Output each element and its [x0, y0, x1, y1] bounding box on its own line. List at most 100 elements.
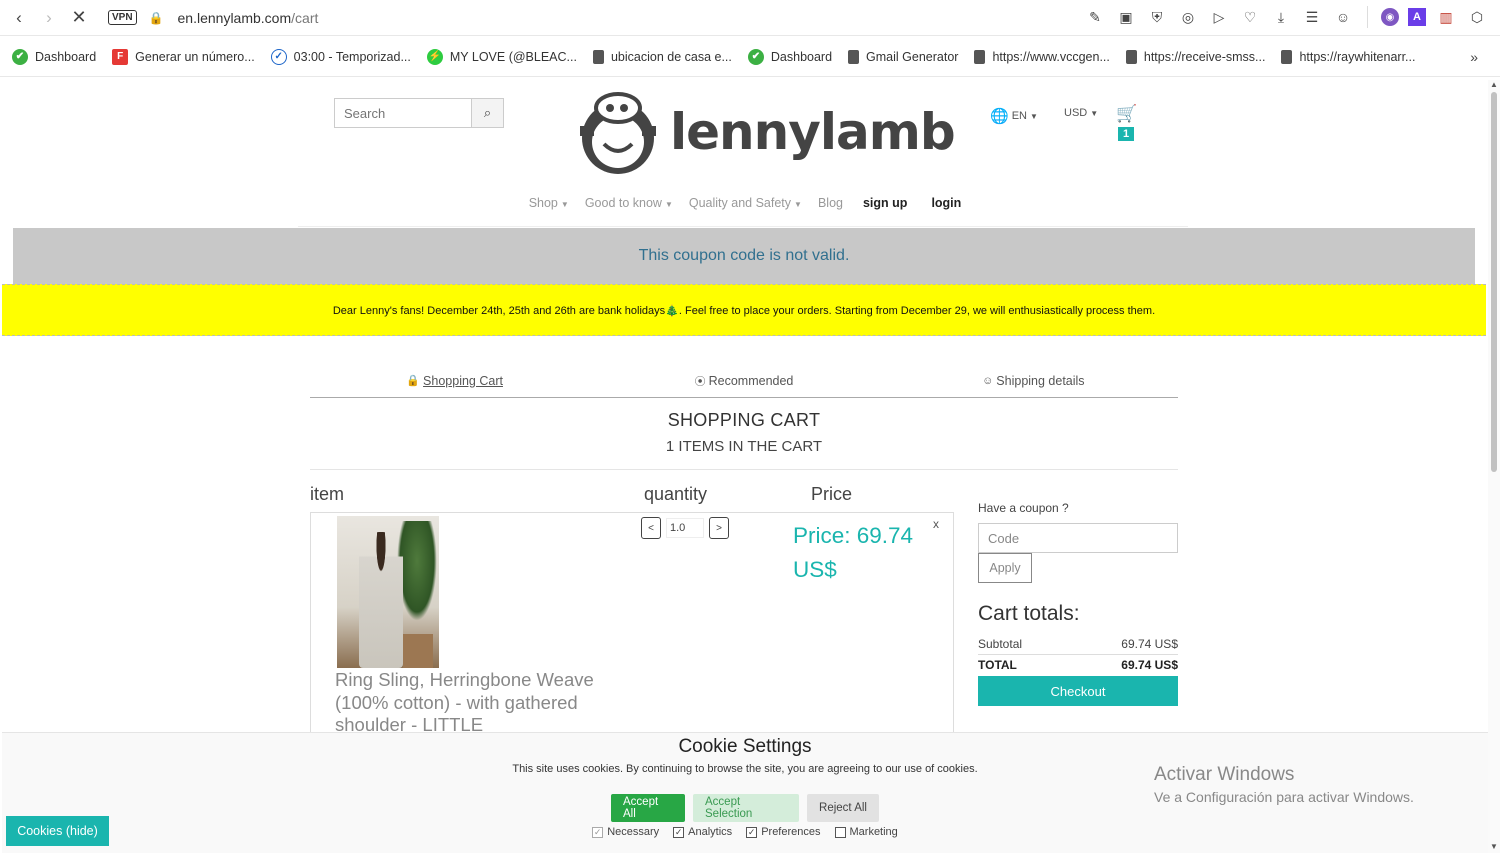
- extension-a-icon[interactable]: A: [1408, 8, 1426, 26]
- cookies-hide-button[interactable]: Cookies (hide): [6, 816, 109, 846]
- bookmarks-bar: ✔ Dashboard F Generar un número... ✓ 03:00 …: [0, 37, 1500, 77]
- marketing-checkbox[interactable]: Marketing: [834, 826, 898, 838]
- bookmark-mylove[interactable]: ⚡ MY LOVE (@BLEAC...: [426, 48, 577, 65]
- url-path: /cart: [291, 9, 319, 26]
- step-recommended[interactable]: ⦿ Recommended: [599, 364, 888, 397]
- windows-activation-watermark: Activar Windows Ve a Configuración para …: [1154, 764, 1414, 805]
- shield-icon[interactable]: ⛨: [1146, 6, 1168, 28]
- stop-loading-icon[interactable]: ✕: [68, 7, 90, 29]
- nav-blog[interactable]: Blog: [818, 196, 843, 210]
- address-bar[interactable]: en.lennylamb.com/cart: [178, 10, 319, 26]
- caret-down-icon: ▼: [794, 200, 802, 209]
- divider: [310, 469, 1178, 470]
- nav-quality-safety[interactable]: Quality and Safety ▼: [689, 196, 802, 210]
- vpn-badge[interactable]: VPN: [108, 10, 137, 25]
- reject-all-button[interactable]: Reject All: [807, 794, 879, 822]
- bookmark-temporizador[interactable]: ✓ 03:00 - Temporizad...: [270, 48, 411, 65]
- product-name[interactable]: Ring Sling, Herringbone Weave (100% cott…: [335, 669, 635, 737]
- globe-icon[interactable]: ◎: [1177, 6, 1199, 28]
- caret-down-icon: ▼: [1029, 111, 1038, 121]
- bookmark-label: 03:00 - Temporizad...: [293, 49, 411, 64]
- nav-label: Good to know: [584, 196, 662, 210]
- caret-down-icon: ▼: [664, 200, 673, 209]
- product-image[interactable]: [337, 516, 439, 668]
- holiday-notice-banner: Dear Lenny's fans! December 24th, 25th a…: [2, 284, 1486, 336]
- quantity-input[interactable]: 1.0: [666, 518, 704, 538]
- scroll-up-icon[interactable]: ▲: [1490, 80, 1498, 89]
- user-icon: ☺: [982, 374, 994, 387]
- search-input[interactable]: [335, 99, 471, 127]
- accept-selection-button[interactable]: Accept Selection: [693, 794, 799, 822]
- subtotal-value: 69.74 US$: [1121, 637, 1178, 651]
- column-header-price: Price: [811, 484, 853, 504]
- search-icon[interactable]: ⌕: [471, 99, 503, 127]
- page-scrollbar[interactable]: ▲ ▼: [1488, 80, 1500, 853]
- nav-good-to-know[interactable]: Good to know ▼: [585, 196, 673, 210]
- language-selector[interactable]: 🌐 EN ▼: [990, 107, 1038, 125]
- bookmark-dashboard[interactable]: ✔ Dashboard: [12, 48, 96, 65]
- quantity-decrease-button[interactable]: <: [641, 517, 661, 539]
- more-bookmarks-icon[interactable]: »: [1470, 49, 1478, 65]
- bookmark-receive-sms[interactable]: https://receive-smss...: [1125, 49, 1266, 64]
- download-icon[interactable]: ⤓: [1270, 6, 1292, 28]
- analytics-checkbox[interactable]: ✓ Analytics: [673, 826, 732, 838]
- bookmark-ubicacion[interactable]: ubicacion de casa e...: [592, 49, 732, 64]
- cart-count-badge[interactable]: 1: [1118, 127, 1134, 141]
- accept-all-button[interactable]: Accept All: [611, 794, 685, 822]
- extensions-cube-icon[interactable]: ⬡: [1466, 6, 1488, 28]
- step-shipping-details[interactable]: ☺ Shipping details: [889, 364, 1178, 397]
- camera-icon[interactable]: ▣: [1115, 6, 1137, 28]
- cart-totals-title: Cart totals:: [978, 602, 1080, 625]
- site-logo[interactable]: lennylamb: [574, 88, 956, 176]
- logo-text: lennylamb: [670, 103, 956, 161]
- necessary-checkbox[interactable]: ✓ Necessary: [592, 826, 659, 838]
- preferences-checkbox[interactable]: ✓ Preferences: [746, 826, 821, 838]
- cart-icon[interactable]: 🛒: [1116, 104, 1137, 124]
- menu-icon[interactable]: ☰: [1301, 6, 1323, 28]
- item-price: Price: 69.74 US$: [793, 523, 914, 582]
- step-shopping-cart[interactable]: 🔒 Shopping Cart: [310, 364, 599, 397]
- nav-login[interactable]: login: [931, 196, 961, 210]
- bookmark-label: https://www.vccgen...: [992, 49, 1110, 64]
- forward-icon[interactable]: ›: [38, 7, 60, 29]
- currency-selector[interactable]: USD ▼: [1064, 107, 1098, 119]
- heart-icon[interactable]: ♡: [1239, 6, 1261, 28]
- dashboard-icon: ✔: [747, 48, 764, 65]
- back-icon[interactable]: ‹: [8, 7, 30, 29]
- checkbox-label: Necessary: [607, 826, 660, 838]
- play-icon[interactable]: ▷: [1208, 6, 1230, 28]
- language-label: EN: [1011, 110, 1027, 122]
- subtotal-row: Subtotal 69.74 US$: [978, 637, 1178, 655]
- page-icon: [1125, 49, 1137, 64]
- scroll-down-icon[interactable]: ▼: [1490, 842, 1498, 851]
- lock-icon[interactable]: 🔒: [149, 11, 164, 25]
- remove-item-button[interactable]: x: [933, 517, 939, 531]
- bookmark-raywhite[interactable]: https://raywhitenarr...: [1281, 49, 1415, 64]
- coupon-code-input[interactable]: Code: [978, 523, 1178, 553]
- scrollbar-thumb[interactable]: [1491, 92, 1497, 472]
- f-icon: F: [112, 48, 129, 65]
- apply-coupon-button[interactable]: Apply: [978, 553, 1032, 583]
- bookmark-dashboard-2[interactable]: ✔ Dashboard: [747, 48, 832, 65]
- extension-icon[interactable]: ◉: [1381, 8, 1399, 26]
- bookmark-gmail-generator[interactable]: Gmail Generator: [848, 49, 958, 64]
- globe-icon: 🌐: [990, 108, 1009, 125]
- profile-icon[interactable]: ☺: [1332, 6, 1354, 28]
- checkout-button[interactable]: Checkout: [978, 676, 1178, 706]
- bookmark-generar[interactable]: F Generar un número...: [112, 48, 255, 65]
- total-label: TOTAL: [978, 658, 1017, 672]
- edit-icon[interactable]: ✎: [1084, 6, 1106, 28]
- browser-toolbar: ‹ › ✕ VPN 🔒 en.lennylamb.com/cart ✎ ▣ ⛨ …: [0, 0, 1500, 36]
- currency-label: USD: [1064, 107, 1088, 119]
- watermark-line2: Ve a Configuración para activar Windows.: [1154, 789, 1414, 805]
- checkbox-label: Preferences: [761, 826, 821, 838]
- nav-shop[interactable]: Shop ▼: [529, 196, 569, 210]
- dashboard-icon: ✔: [12, 48, 28, 65]
- bolt-icon: ⚡: [426, 48, 443, 65]
- bookmark-label: https://receive-smss...: [1143, 49, 1266, 64]
- coupon-label: Have a coupon ?: [978, 501, 1069, 515]
- bookmark-vccgen[interactable]: https://www.vccgen...: [974, 49, 1110, 64]
- quantity-increase-button[interactable]: >: [709, 517, 729, 539]
- nav-sign-up[interactable]: sign up: [863, 196, 907, 210]
- extension-book-icon[interactable]: ▥: [1435, 6, 1457, 28]
